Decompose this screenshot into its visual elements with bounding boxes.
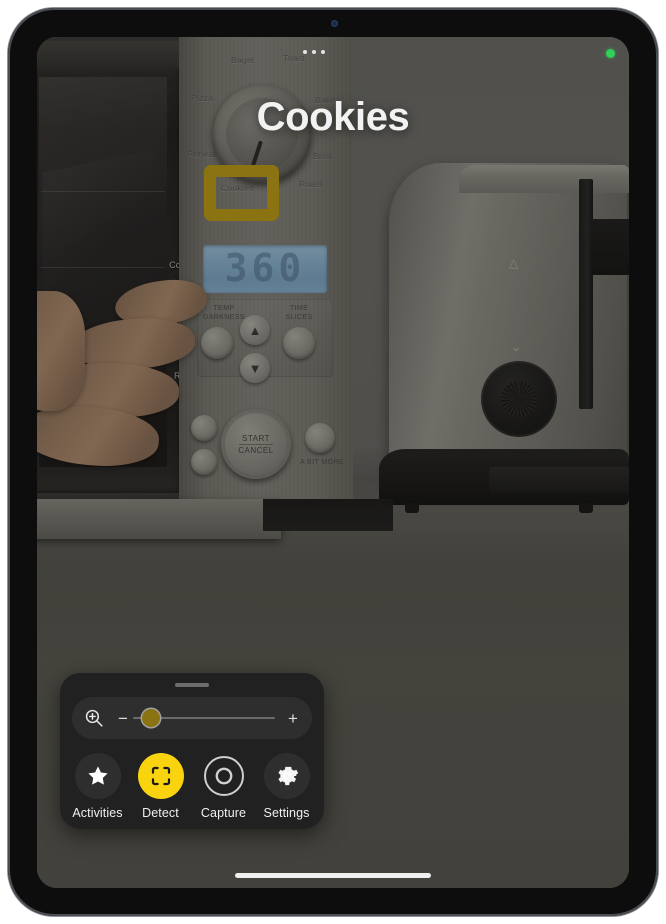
toaster-browning-dial	[481, 361, 557, 437]
star-icon	[74, 753, 121, 799]
oven-front-tray	[37, 499, 281, 539]
toaster-down-chevron-icon: ⌄	[511, 340, 522, 354]
ipad-device-frame: △ ⌄ Bagel Toast Pizza Bake Reheat Broil …	[8, 8, 658, 916]
multitasking-menu-button[interactable]	[297, 43, 331, 61]
zoom-in-button[interactable]: +	[285, 710, 301, 727]
dial-label-reheat: Reheat	[187, 149, 217, 159]
toaster-dial-knob	[501, 381, 537, 417]
detect-label: Detect	[142, 806, 179, 820]
toaster-foot	[405, 503, 419, 513]
toaster-appliance: △ ⌄	[369, 149, 629, 521]
oven-start-label: START	[242, 433, 270, 443]
oven-top-vent	[37, 41, 183, 69]
user-hand	[37, 267, 217, 482]
magnifier-actions-row: Activities Detect Capture Settings	[60, 747, 324, 820]
oven-up-arrow-icon: ▲	[248, 322, 262, 338]
oven-down-arrow-icon: ▼	[248, 360, 262, 376]
detect-button[interactable]: Detect	[129, 753, 192, 820]
zoom-control-row[interactable]: − +	[72, 697, 312, 739]
dial-label-roast: Roast	[299, 179, 323, 189]
ipad-screen: △ ⌄ Bagel Toast Pizza Bake Reheat Broil …	[37, 37, 629, 888]
oven-a-bit-more-label: A BIT MORE	[300, 459, 344, 466]
toaster-lever	[591, 219, 629, 275]
oven-time-label: TIME	[289, 305, 309, 312]
toaster-foot	[579, 503, 593, 513]
gear-icon	[263, 753, 310, 799]
oven-up-arrow-button: ▲	[240, 315, 270, 345]
zoom-out-button[interactable]: −	[115, 710, 131, 727]
oven-start-cancel-button: START CANCEL	[221, 409, 291, 479]
toaster-top-band	[459, 165, 629, 193]
panel-drag-handle[interactable]	[175, 683, 209, 687]
dial-label-broil: Broil	[313, 151, 332, 161]
capture-button[interactable]: Capture	[192, 753, 255, 820]
oven-start-divider	[239, 443, 273, 445]
multitask-dot	[312, 50, 316, 54]
magnifier-control-panel[interactable]: − + Activities Detect Capture Settings	[60, 673, 324, 829]
settings-button[interactable]: Settings	[255, 753, 318, 820]
toaster-up-chevron-icon: △	[509, 256, 519, 270]
zoom-slider-thumb[interactable]	[142, 709, 160, 727]
toaster-slot	[579, 179, 593, 409]
oven-time-button	[283, 327, 315, 359]
oven-lcd-display: 360	[203, 245, 327, 293]
oven-cancel-label: CANCEL	[238, 445, 274, 455]
activities-label: Activities	[72, 806, 123, 820]
home-indicator[interactable]	[235, 873, 431, 878]
detected-text-highlight-box	[204, 165, 279, 221]
detected-text-title: Cookies	[256, 95, 410, 139]
capture-label: Capture	[200, 806, 247, 820]
dial-label-bagel: Bagel	[231, 55, 255, 65]
front-camera-icon	[331, 20, 338, 27]
zoom-slider[interactable]	[133, 707, 275, 729]
camera-in-use-indicator	[606, 49, 615, 58]
hand-palm	[37, 291, 85, 411]
oven-down-arrow-button: ▼	[240, 353, 270, 383]
settings-label: Settings	[263, 806, 310, 820]
magnifier-plus-icon	[83, 707, 105, 729]
activities-button[interactable]: Activities	[66, 753, 129, 820]
oven-base-shadow	[263, 499, 393, 531]
oven-a-bit-more-button	[305, 423, 335, 453]
multitask-dot	[303, 50, 307, 54]
toaster-crumb-tray	[489, 467, 629, 493]
oven-slices-label: SLICES	[285, 314, 313, 321]
multitask-dot	[321, 50, 325, 54]
capture-ring-icon	[201, 753, 247, 799]
oven-display-value: 360	[224, 246, 306, 290]
viewfinder-icon	[137, 753, 184, 799]
